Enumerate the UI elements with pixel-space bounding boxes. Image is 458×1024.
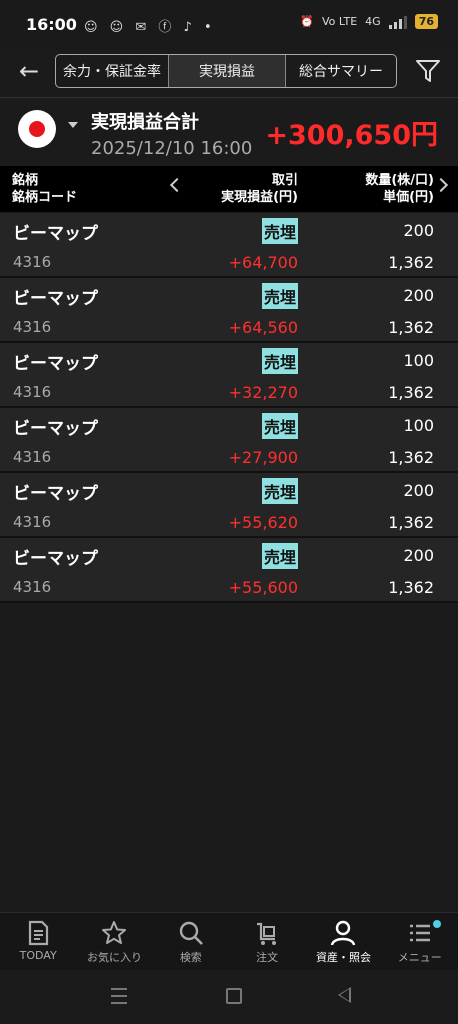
recent-apps-icon[interactable] [111,988,127,1009]
notification-icons: ☺ ☺ ✉ ⓕ ♪ • [84,20,216,35]
header-col-quantity: 数量(株/口) 単価(円) [365,173,434,205]
trade-type-badge: 売埋 [261,413,298,439]
menu-icon [409,924,430,942]
issue-name: ビーマップ [13,224,98,244]
chevron-right-icon[interactable] [433,177,449,193]
document-icon [29,920,49,946]
issue-name: ビーマップ [13,484,98,504]
system-nav-bar [0,970,458,1024]
issue-code: 4316 [13,578,52,596]
japan-flag-icon[interactable] [18,110,56,148]
trade-type-badge: 売埋 [261,543,298,569]
top-nav: ← 余力・保証金率 実現損益 総合サマリー [0,50,458,96]
unit-price: 1,362 [388,318,434,337]
issue-code: 4316 [13,318,52,336]
issue-code: 4316 [13,513,52,531]
issue-code: 4316 [13,448,52,466]
quantity: 200 [403,481,434,500]
nav-today[interactable]: TODAY [0,913,76,971]
quantity: 200 [403,286,434,305]
trade-list: ビーマップ 4316 売埋 +64,700 200 1,362 ビーマップ 43… [0,213,458,603]
table-row[interactable]: ビーマップ 4316 売埋 +64,700 200 1,362 [0,213,458,278]
quantity: 200 [403,546,434,565]
unit-price: 1,362 [388,578,434,597]
summary-datetime: 2025/12/10 16:00 [91,138,253,159]
chevron-left-icon[interactable] [169,177,185,193]
network-type: 4G [365,15,381,28]
bottom-nav: TODAY お気に入り 検索 注文 資産・照会 メニュー [0,912,458,971]
status-right: ⏰ Vo LTE 4G 76 [300,14,438,29]
trade-type-badge: 売埋 [261,478,298,504]
issue-code: 4316 [13,383,52,401]
status-time: 16:00 [26,15,77,34]
realized-pl: +55,620 [228,513,298,532]
battery-level: 76 [414,14,438,29]
nav-menu[interactable]: メニュー [382,913,458,971]
back-arrow-icon[interactable]: ← [16,58,42,84]
table-row[interactable]: ビーマップ 4316 売埋 +32,270 100 1,362 [0,343,458,408]
unit-price: 1,362 [388,513,434,532]
issue-name: ビーマップ [13,419,98,439]
quantity: 200 [403,221,434,240]
realized-pl: +64,560 [228,318,298,337]
nav-favorites[interactable]: お気に入り [76,913,152,971]
back-icon[interactable] [338,987,351,1003]
issue-name: ビーマップ [13,289,98,309]
trade-type-badge: 売埋 [261,218,298,244]
realized-pl-summary: 実現損益合計 2025/12/10 16:00 +300,650円 [0,97,458,167]
realized-pl: +55,600 [228,578,298,597]
quantity: 100 [403,416,434,435]
alarm-icon: ⏰ [300,15,314,28]
volte-indicator: Vo LTE [321,15,358,28]
unit-price: 1,362 [388,383,434,402]
table-row[interactable]: ビーマップ 4316 売埋 +27,900 100 1,362 [0,408,458,473]
issue-name: ビーマップ [13,549,98,569]
header-col-trade: 取引 実現損益(円) [221,173,298,205]
table-header: 銘柄 銘柄コード 取引 実現損益(円) 数量(株/口) 単価(円) [0,166,458,212]
nav-assets[interactable]: 資産・照会 [305,913,381,971]
header-col-issue: 銘柄 銘柄コード [12,173,78,205]
cart-icon [257,922,277,945]
filter-icon[interactable] [414,58,442,84]
realized-pl: +27,900 [228,448,298,467]
person-icon [331,920,356,946]
star-icon [102,921,127,944]
unit-price: 1,362 [388,253,434,272]
trade-type-badge: 売埋 [261,348,298,374]
trade-type-badge: 売埋 [261,283,298,309]
signal-icon [388,15,407,29]
tab-realized-pl[interactable]: 実現損益 [169,55,286,87]
search-icon [179,921,203,945]
status-bar: 16:00 ☺ ☺ ✉ ⓕ ♪ • ⏰ Vo LTE 4G 76 [0,0,458,50]
table-row[interactable]: ビーマップ 4316 売埋 +55,600 200 1,362 [0,538,458,603]
table-row[interactable]: ビーマップ 4316 売埋 +64,560 200 1,362 [0,278,458,343]
issue-code: 4316 [13,253,52,271]
issue-name: ビーマップ [13,354,98,374]
tab-margin[interactable]: 余力・保証金率 [56,55,169,87]
summary-total-value: +300,650円 [265,120,438,151]
realized-pl: +32,270 [228,383,298,402]
realized-pl: +64,700 [228,253,298,272]
table-row[interactable]: ビーマップ 4316 売埋 +55,620 200 1,362 [0,473,458,538]
tab-total-summary[interactable]: 総合サマリー [286,55,396,87]
quantity: 100 [403,351,434,370]
nav-order[interactable]: 注文 [229,913,305,971]
chevron-down-icon[interactable] [68,122,78,128]
segment-tabs: 余力・保証金率 実現損益 総合サマリー [55,54,397,88]
nav-search[interactable]: 検索 [153,913,229,971]
notification-dot [432,920,441,928]
home-icon[interactable] [226,988,242,1004]
unit-price: 1,362 [388,448,434,467]
summary-label: 実現損益合計 [91,112,199,133]
